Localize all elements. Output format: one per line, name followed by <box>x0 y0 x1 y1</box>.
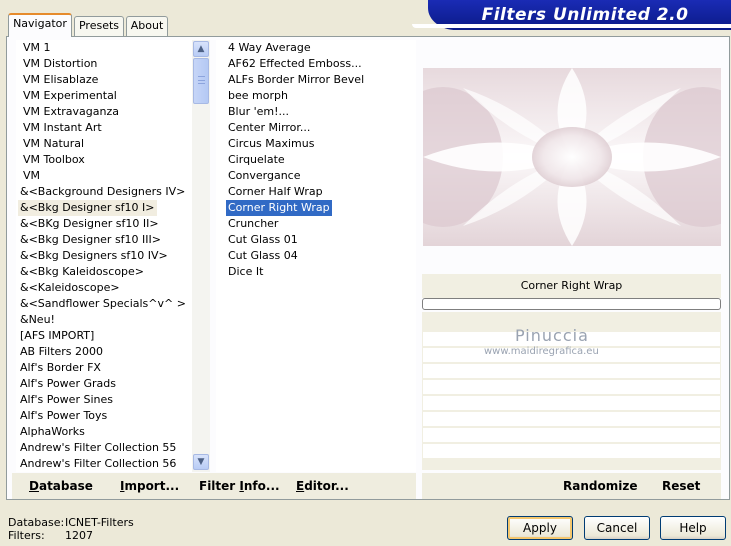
category-list-item[interactable]: &Neu! <box>18 312 57 328</box>
filter-list-item[interactable]: Center Mirror... <box>226 120 312 136</box>
database-value: ICNET-Filters <box>65 516 134 529</box>
app-title: Filters Unlimited 2.0 <box>481 5 689 25</box>
database-label: Database: <box>8 516 65 529</box>
category-list-item[interactable]: &<Bkg Kaleidoscope> <box>18 264 146 280</box>
category-list-item[interactable]: &<Background Designers IV> <box>18 184 187 200</box>
category-list-item[interactable]: [AFS IMPORT] <box>18 328 96 344</box>
category-list-item[interactable]: Alf's Power Toys <box>18 408 109 424</box>
filters-count: 1207 <box>65 529 93 542</box>
filter-list[interactable]: 4 Way Average AF62 Effected Emboss... ALFs… <box>216 40 416 472</box>
reset-button[interactable]: Reset <box>662 473 700 499</box>
category-scrollbar[interactable]: ▲ ▼ <box>192 40 210 472</box>
cancel-button[interactable]: Cancel <box>584 516 650 540</box>
grip-icon <box>198 76 205 84</box>
filter-list-item[interactable]: AF62 Effected Emboss... <box>226 56 364 72</box>
preview-toolbar: Randomize Reset <box>422 473 721 499</box>
category-list-item[interactable]: Andrew's Filter Collection 55 <box>18 440 178 456</box>
scrollbar-thumb[interactable] <box>193 58 209 104</box>
filter-list-item[interactable]: Cut Glass 04 <box>226 248 300 264</box>
filter-list-item[interactable]: bee morph <box>226 88 290 104</box>
selected-filter-name: Corner Right Wrap <box>422 274 721 298</box>
category-list-item[interactable]: VM Toolbox <box>21 152 87 168</box>
randomize-button[interactable]: Randomize <box>563 473 637 499</box>
category-list-item[interactable]: VM Extravaganza <box>21 104 121 120</box>
parameter-slot <box>423 396 720 410</box>
filter-list-item[interactable]: 4 Way Average <box>226 40 313 56</box>
category-list-item[interactable]: VM Experimental <box>21 88 119 104</box>
category-list-item[interactable]: AlphaWorks <box>18 424 87 440</box>
category-list-item[interactable]: &<Bkg Designers sf10 IV> <box>18 248 170 264</box>
category-list-item[interactable]: &<Bkg Designer sf10 I> <box>18 200 157 216</box>
filter-list-item[interactable]: Blur 'em!... <box>226 104 291 120</box>
category-list-item[interactable]: &<Bkg Designer sf10 III> <box>18 232 163 248</box>
category-list[interactable]: VM 1 VM Distortion VM Elisablaze VM Experim… <box>16 40 192 472</box>
category-list-item[interactable]: Alf's Border FX <box>18 360 103 376</box>
category-list-item[interactable]: VM Distortion <box>21 56 99 72</box>
category-list-item[interactable]: &<BKg Designer sf10 II> <box>18 216 161 232</box>
category-list-item[interactable]: AB Filters 2000 <box>18 344 105 360</box>
parameter-slot <box>423 412 720 426</box>
watermark-url: www.maidiregrafica.eu <box>484 346 599 357</box>
filter-preview-image <box>423 68 721 246</box>
category-list-item[interactable]: VM Natural <box>21 136 86 152</box>
filter-list-item[interactable]: Corner Half Wrap <box>226 184 325 200</box>
tab-presets[interactable]: Presets <box>74 16 124 36</box>
chevron-up-icon[interactable]: ▲ <box>193 41 209 57</box>
preview-pattern <box>423 68 721 246</box>
list-toolbar: Database Import... Filter Info... Editor… <box>12 473 416 499</box>
help-button[interactable]: Help <box>660 516 726 540</box>
category-list-item[interactable]: &<Kaleidoscope> <box>18 280 122 296</box>
filters-label: Filters: <box>8 529 45 542</box>
filter-list-item[interactable]: ALFs Border Mirror Bevel <box>226 72 366 88</box>
category-list-item[interactable]: Alf's Power Sines <box>18 392 115 408</box>
filter-info-button[interactable]: Filter Info... <box>199 473 280 499</box>
progress-bar <box>422 298 721 310</box>
category-list-item[interactable]: VM <box>21 168 42 184</box>
parameter-slot <box>423 380 720 394</box>
database-button[interactable]: Database <box>29 473 93 499</box>
filter-list-item[interactable]: Circus Maximus <box>226 136 316 152</box>
filter-list-item[interactable]: Cut Glass 01 <box>226 232 300 248</box>
parameter-slot <box>423 444 720 458</box>
chevron-down-icon[interactable]: ▼ <box>193 454 209 470</box>
parameter-slot <box>423 428 720 442</box>
tab-about[interactable]: About <box>126 16 168 36</box>
editor-button[interactable]: Editor... <box>296 473 349 499</box>
import-button[interactable]: Import... <box>120 473 179 499</box>
parameter-slot <box>423 364 720 378</box>
filter-list-item[interactable]: Cruncher <box>226 216 280 232</box>
category-list-item[interactable]: VM Instant Art <box>21 120 104 136</box>
tab-navigator[interactable]: Navigator <box>8 13 72 37</box>
category-list-item[interactable]: Alf's Power Grads <box>18 376 118 392</box>
filter-list-item[interactable]: Dice It <box>226 264 265 280</box>
filter-list-item[interactable]: Cirquelate <box>226 152 287 168</box>
filter-list-item[interactable]: Corner Right Wrap <box>226 200 332 216</box>
category-list-item[interactable]: &<Sandflower Specials^v^ > <box>18 296 188 312</box>
apply-button[interactable]: Apply <box>507 516 573 540</box>
category-list-item[interactable]: VM Elisablaze <box>21 72 100 88</box>
category-list-item[interactable]: VM 1 <box>21 40 53 56</box>
watermark-name: Pinuccia <box>515 326 589 345</box>
category-list-item[interactable]: Andrew's Filter Collection 56 <box>18 456 178 472</box>
filter-list-item[interactable]: Convergance <box>226 168 303 184</box>
